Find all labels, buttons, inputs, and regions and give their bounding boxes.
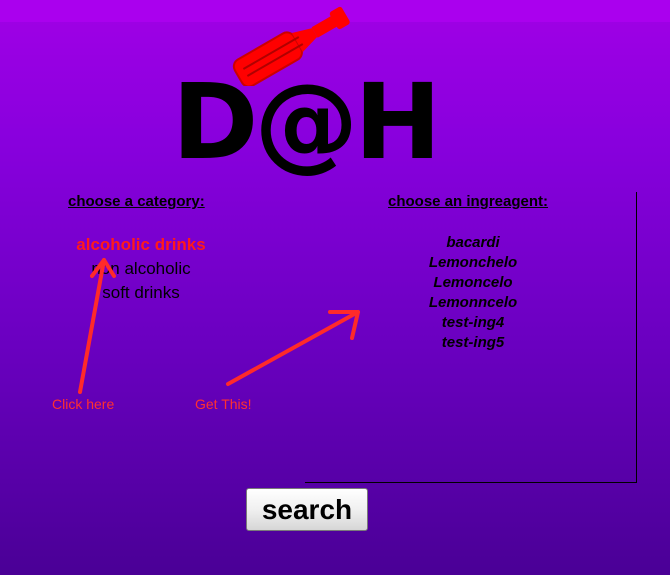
category-item-soft-drinks[interactable]: soft drinks <box>60 281 222 305</box>
ingredient-heading: choose an ingreagent: <box>388 193 549 210</box>
category-heading: choose a category: <box>68 193 205 210</box>
bottle-icon <box>232 6 350 86</box>
ingredient-list: bacardi Lemonchelo Lemoncelo Lemonncelo … <box>403 233 543 353</box>
logo-text: D@H <box>172 61 441 183</box>
search-button[interactable]: search <box>246 488 368 531</box>
ingredient-item[interactable]: Lemonncelo <box>403 293 543 313</box>
site-logo[interactable]: D@H <box>172 61 442 183</box>
category-item-alcoholic-drinks[interactable]: alcoholic drinks <box>60 233 222 257</box>
ingredient-item[interactable]: test-ing5 <box>403 333 543 353</box>
arrow-icon <box>226 310 360 386</box>
ingredient-item[interactable]: test-ing4 <box>403 313 543 333</box>
panel-border-bottom <box>305 482 637 483</box>
ingredient-item[interactable]: Lemoncelo <box>403 273 543 293</box>
ingredient-item[interactable]: bacardi <box>403 233 543 253</box>
annotation-get-this: Get This! <box>195 396 252 412</box>
panel-border-right <box>636 192 637 483</box>
category-list: alcoholic drinks non alcoholic soft drin… <box>60 233 222 305</box>
ingredient-item[interactable]: Lemonchelo <box>403 253 543 273</box>
category-item-non-alcoholic[interactable]: non alcoholic <box>60 257 222 281</box>
annotation-click-here: Click here <box>52 396 115 412</box>
